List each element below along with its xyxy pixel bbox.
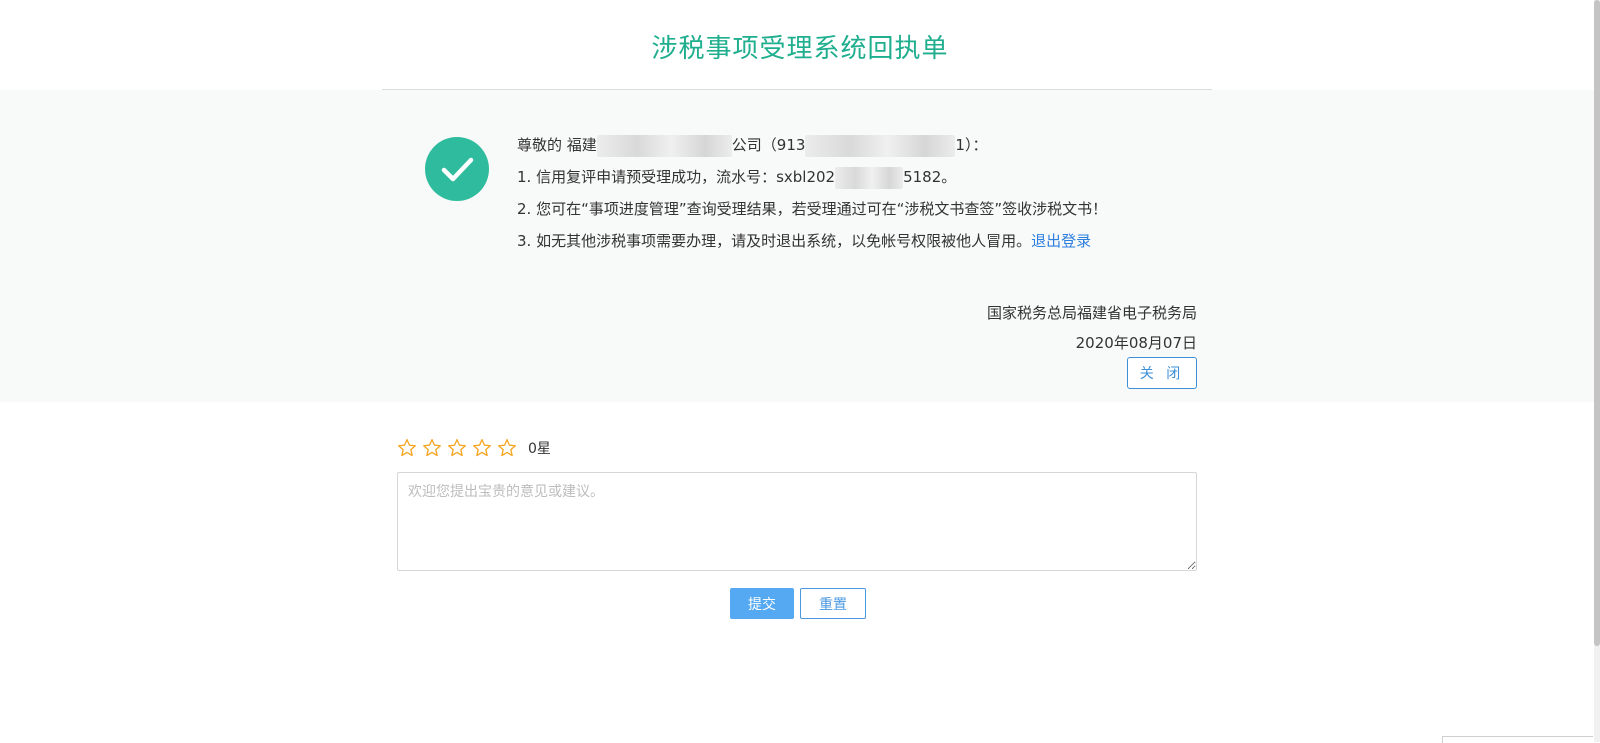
star-5-icon[interactable] <box>497 438 522 458</box>
line3-text: 3. 如无其他涉税事项需要办理，请及时退出系统，以免帐号权限被他人冒用。 <box>517 232 1032 250</box>
page-title: 涉税事项受理系统回执单 <box>651 34 949 64</box>
greeting-line: 尊敬的 福建 公司（913 1）： <box>517 134 987 157</box>
line1-suffix: 5182。 <box>903 168 957 186</box>
redacted-serial-number <box>835 166 904 189</box>
message-line-1: 1. 信用复评申请预受理成功，流水号：sxbl202 5182。 <box>517 166 956 189</box>
close-button[interactable]: 关 闭 <box>1127 357 1197 389</box>
star-4-icon[interactable] <box>472 438 497 458</box>
star-3-icon[interactable] <box>447 438 472 458</box>
vertical-scrollbar[interactable] <box>1594 0 1600 742</box>
company-suffix: 公司（913 <box>731 136 806 154</box>
issuer-name: 国家税务总局福建省电子税务局 <box>986 304 1197 322</box>
greeting-prefix: 尊敬的 福建 <box>517 136 597 154</box>
greeting-end: 1）： <box>955 136 988 154</box>
feedback-textarea[interactable] <box>397 472 1197 571</box>
submit-button[interactable]: 提交 <box>730 588 794 619</box>
star-2-icon[interactable] <box>422 438 447 458</box>
message-line-2: 2. 您可在“事项进度管理”查询受理结果，若受理通过可在“涉税文书查签”签收涉税… <box>517 200 1108 218</box>
logout-link[interactable]: 退出登录 <box>1031 232 1091 250</box>
star-1-icon[interactable] <box>397 438 422 458</box>
redacted-tax-id <box>805 134 956 157</box>
reset-button[interactable]: 重置 <box>800 588 866 619</box>
message-line-3: 3. 如无其他涉税事项需要办理，请及时退出系统，以免帐号权限被他人冒用。退出登录 <box>517 230 1091 251</box>
scrollbar-thumb[interactable] <box>1594 0 1600 646</box>
success-check-icon <box>425 137 489 201</box>
line1-prefix: 1. 信用复评申请预受理成功，流水号：sxbl202 <box>517 168 836 186</box>
star-rating: 0星 <box>397 438 551 458</box>
star-count-label: 0星 <box>528 441 551 457</box>
issue-date: 2020年08月07日 <box>1075 334 1197 352</box>
redacted-company-name <box>596 134 732 157</box>
